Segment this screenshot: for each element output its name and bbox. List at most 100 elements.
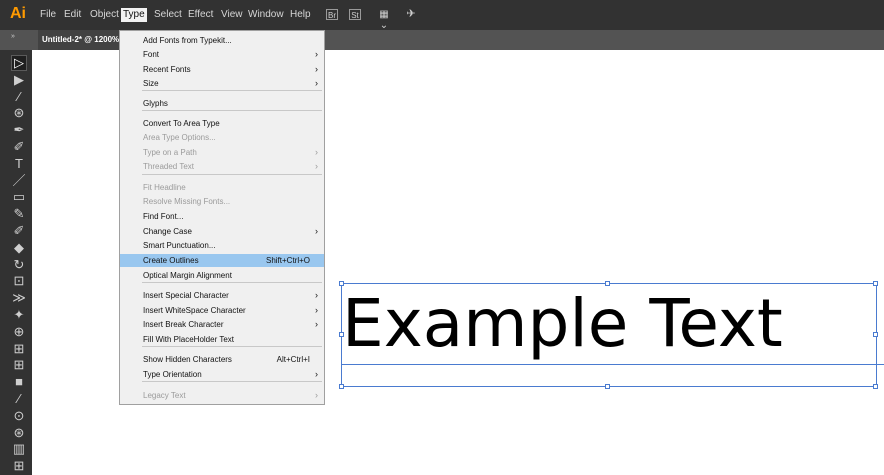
width-tool-icon[interactable]: ≫: [12, 291, 26, 305]
menu-item-type-on-a-path: Type on a Path ›: [120, 146, 324, 159]
perspective-grid-tool-icon[interactable]: ⊞: [12, 341, 26, 356]
handle-middle-right[interactable]: [873, 332, 878, 337]
example-text-object[interactable]: Example Text: [342, 286, 783, 362]
eraser-tool-icon[interactable]: ◆: [12, 240, 26, 255]
menu-edit[interactable]: Edit: [62, 8, 83, 22]
menu-item-area-type-options: Area Type Options...: [120, 131, 324, 144]
eyedropper-tool-icon[interactable]: ⁄: [12, 392, 26, 406]
blend-tool-icon[interactable]: ⊙: [12, 408, 26, 423]
menu-window[interactable]: Window: [246, 8, 286, 22]
gpu-performance-icon[interactable]: ✈: [404, 9, 418, 20]
artboard-tool-icon[interactable]: ⊞: [12, 459, 26, 473]
menu-object[interactable]: Object: [88, 8, 121, 22]
menu-item-threaded-text: Threaded Text ›: [120, 160, 324, 173]
type-dropdown-menu: Add Fonts from Typekit... Font › Recent Fon…: [119, 30, 325, 405]
handle-top-right[interactable]: [873, 281, 878, 286]
submenu-arrow-icon: ›: [315, 78, 318, 88]
menu-item-convert-to-area-type[interactable]: Convert To Area Type: [120, 117, 324, 130]
shape-builder-tool-icon[interactable]: ⊕: [12, 324, 26, 339]
menu-item-optical-margin-alignment[interactable]: Optical Margin Alignment: [120, 269, 324, 282]
symbol-sprayer-tool-icon[interactable]: ⊛: [12, 425, 26, 440]
menu-item-label: Optical Margin Alignment: [143, 271, 232, 280]
menu-item-label: Convert To Area Type: [143, 119, 220, 128]
handle-bottom-right[interactable]: [873, 384, 878, 389]
menu-item-show-hidden-characters[interactable]: Show Hidden Characters Alt+Ctrl+I: [120, 353, 324, 366]
menu-item-glyphs[interactable]: Glyphs: [120, 97, 324, 110]
menu-item-font[interactable]: Font ›: [120, 48, 324, 61]
menu-item-label: Resolve Missing Fonts...: [143, 197, 231, 206]
scale-tool-icon[interactable]: ⊡: [12, 274, 26, 288]
menu-item-fit-headline: Fit Headline: [120, 181, 324, 194]
type-tool-icon[interactable]: T: [12, 156, 26, 171]
menu-item-type-orientation[interactable]: Type Orientation ›: [120, 368, 324, 381]
menu-item-change-case[interactable]: Change Case ›: [120, 225, 324, 238]
menu-item-fill-with-placeholder-text[interactable]: Fill With PlaceHolder Text: [120, 333, 324, 346]
mesh-tool-icon[interactable]: ⊞: [12, 358, 26, 372]
menu-item-label: Insert Break Character: [143, 320, 224, 329]
stock-icon[interactable]: St: [349, 9, 361, 20]
submenu-arrow-icon: ›: [315, 64, 318, 74]
menu-item-insert-special-character[interactable]: Insert Special Character ›: [120, 289, 324, 302]
submenu-arrow-icon: ›: [315, 226, 318, 236]
handle-top-center[interactable]: [605, 281, 610, 286]
column-graph-tool-icon[interactable]: ▥: [12, 442, 26, 456]
menu-view[interactable]: View: [219, 8, 245, 22]
menu-item-insert-whitespace-character[interactable]: Insert WhiteSpace Character ›: [120, 304, 324, 317]
menu-item-smart-punctuation[interactable]: Smart Punctuation...: [120, 239, 324, 252]
rectangle-tool-icon[interactable]: ▭: [12, 190, 26, 204]
document-tab[interactable]: Untitled-2* @ 1200%: [38, 30, 120, 50]
menu-item-add-fonts-from-typekit[interactable]: Add Fonts from Typekit...: [120, 34, 324, 47]
menu-item-label: Fill With PlaceHolder Text: [143, 335, 234, 344]
menu-item-recent-fonts[interactable]: Recent Fonts ›: [120, 63, 324, 76]
collapse-panel-icon[interactable]: »: [11, 33, 15, 40]
submenu-arrow-icon: ›: [315, 161, 318, 171]
app-logo: Ai: [10, 5, 26, 22]
menu-effect[interactable]: Effect: [186, 8, 215, 22]
menu-item-size[interactable]: Size ›: [120, 77, 324, 90]
handle-middle-left[interactable]: [339, 332, 344, 337]
handle-bottom-left[interactable]: [339, 384, 344, 389]
menu-item-insert-break-character[interactable]: Insert Break Character ›: [120, 318, 324, 331]
menu-separator: [142, 174, 322, 175]
handle-top-left[interactable]: [339, 281, 344, 286]
menu-item-label: Change Case: [143, 227, 192, 236]
menu-item-label: Insert Special Character: [143, 291, 229, 300]
menu-item-label: Insert WhiteSpace Character: [143, 306, 246, 315]
menu-item-label: Type Orientation: [143, 370, 202, 379]
menu-item-label: Threaded Text: [143, 162, 194, 171]
menu-type[interactable]: Type: [121, 8, 147, 22]
menu-item-label: Find Font...: [143, 212, 184, 221]
submenu-arrow-icon: ›: [315, 390, 318, 400]
selection-tool-icon[interactable]: ▷: [12, 56, 26, 70]
menu-select[interactable]: Select: [152, 8, 184, 22]
menu-item-create-outlines[interactable]: Create Outlines Shift+Ctrl+O: [120, 254, 324, 267]
menu-file[interactable]: File: [38, 8, 58, 22]
menu-separator: [142, 90, 322, 91]
menu-item-label: Show Hidden Characters: [143, 355, 232, 364]
menu-item-find-font[interactable]: Find Font...: [120, 210, 324, 223]
gradient-tool-icon[interactable]: ■: [12, 375, 26, 389]
submenu-arrow-icon: ›: [315, 369, 318, 379]
line-segment-tool-icon[interactable]: ／: [12, 173, 26, 188]
submenu-arrow-icon: ›: [315, 49, 318, 59]
puppet-warp-tool-icon[interactable]: ✦: [12, 308, 26, 322]
rotate-tool-icon[interactable]: ↻: [12, 257, 26, 272]
shaper-tool-icon[interactable]: ✐: [12, 224, 26, 238]
menu-item-label: Font: [143, 50, 160, 59]
magic-wand-tool-icon[interactable]: ⁄: [12, 89, 26, 104]
menu-item-legacy-text: Legacy Text ›: [120, 389, 324, 402]
curvature-tool-icon[interactable]: ✐: [12, 140, 26, 154]
menu-help[interactable]: Help: [288, 8, 313, 22]
menu-bar: Ai File Edit Object Type Select Effect V…: [0, 0, 884, 31]
bridge-icon[interactable]: Br: [326, 9, 338, 20]
pen-tool-icon[interactable]: ✒: [12, 123, 26, 137]
submenu-arrow-icon: ›: [315, 147, 318, 157]
menu-item-label: Legacy Text: [143, 391, 186, 400]
workspace-switcher-icon[interactable]: ▦ ⌄: [374, 9, 394, 31]
handle-bottom-center[interactable]: [605, 384, 610, 389]
menu-separator: [142, 282, 322, 283]
direct-selection-tool-icon[interactable]: ▶: [12, 72, 26, 87]
lasso-tool-icon[interactable]: ⊛: [12, 106, 26, 120]
menu-item-resolve-missing-fonts: Resolve Missing Fonts...: [120, 195, 324, 208]
paintbrush-tool-icon[interactable]: ✎: [12, 207, 26, 221]
